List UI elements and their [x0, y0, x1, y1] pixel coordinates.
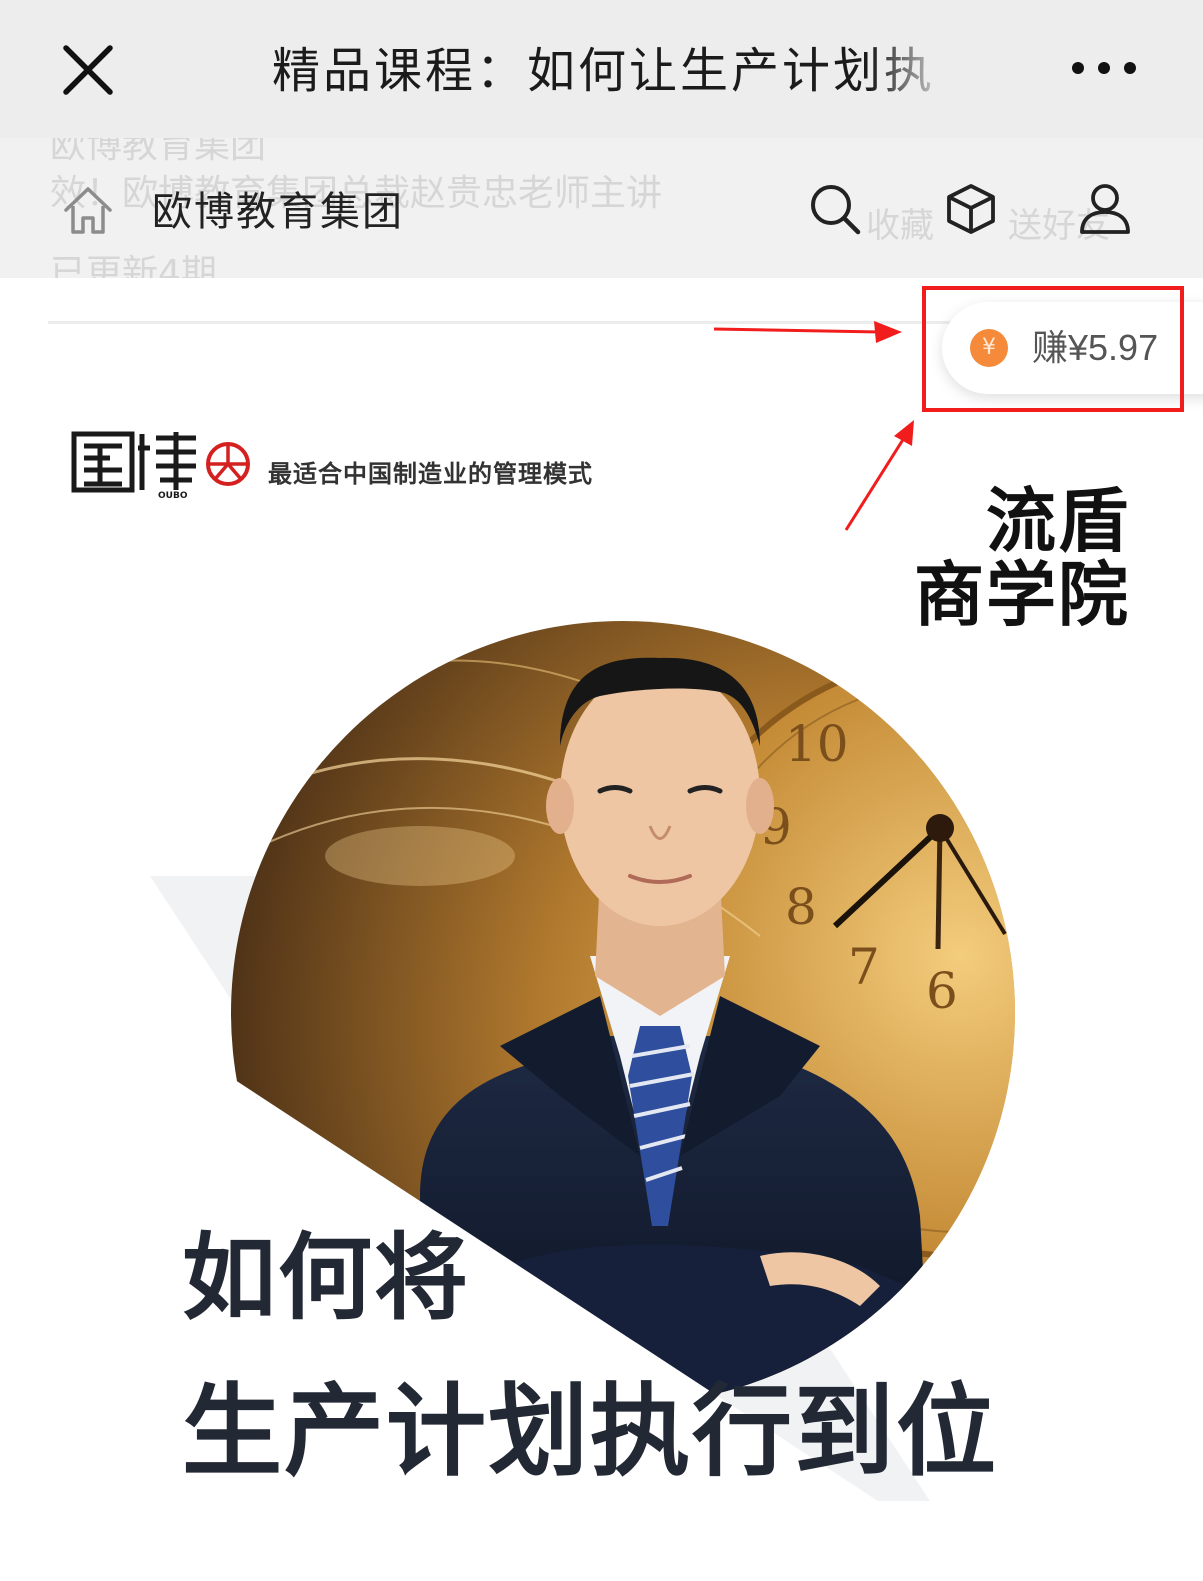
store-name[interactable]: 欧博教育集团	[152, 184, 404, 240]
clock-numeral: 7	[848, 938, 880, 996]
poster-headline-line1: 如何将	[182, 1224, 471, 1333]
clock-numeral: 8	[785, 878, 817, 936]
course-poster[interactable]: 10 9 8 7 6 OUBO 最适合中国制造业的管理模式 流盾 商学院 如何将…	[0, 396, 1203, 1581]
page-title: 精品课程：如何让生产计划执	[272, 43, 936, 99]
clock-numeral: 10	[785, 715, 849, 773]
home-icon[interactable]	[60, 182, 116, 238]
ghost-text: 收藏	[866, 206, 934, 246]
academy-name-line: 流盾	[986, 479, 1130, 562]
user-icon[interactable]	[1076, 180, 1134, 238]
store-header: 欧博教育集团 效！欧博教育集团总裁赵贵忠老师主讲 已更新4期 收藏 送好友 欧博…	[0, 138, 1203, 278]
poster-tagline: 最适合中国制造业的管理模式	[268, 460, 593, 488]
annotation-highlight-box	[922, 286, 1184, 412]
brand-logo-image: OUBO	[71, 431, 250, 500]
top-nav-bar: 精品课程：如何让生产计划执	[0, 0, 1203, 138]
more-horizontal-icon[interactable]	[1068, 56, 1140, 80]
clock-numeral: 6	[926, 962, 958, 1020]
academy-name: 流盾 商学院	[890, 484, 1130, 632]
cube-icon[interactable]	[942, 180, 1000, 238]
annotation-arrow-horizontal	[713, 321, 902, 343]
poster-headline-line2: 生产计划执行到位	[182, 1373, 998, 1490]
svg-text:OUBO: OUBO	[158, 491, 188, 500]
ghost-text: 已更新4期	[50, 253, 217, 278]
close-icon[interactable]	[60, 42, 116, 98]
academy-name-line: 商学院	[914, 553, 1130, 636]
search-icon[interactable]	[806, 180, 864, 238]
